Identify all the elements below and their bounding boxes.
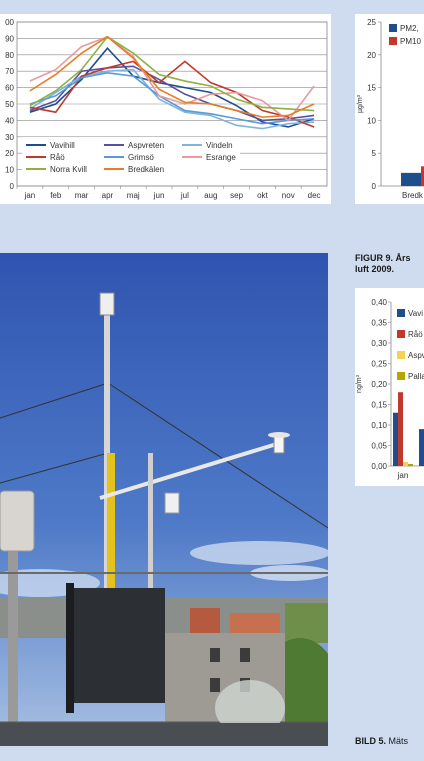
monthly-line-chart: 00 90 80 70 60 50 40 30 20 10 0 jan feb mar apr maj jun j… <box>5 18 328 200</box>
y-tick-label: 20 <box>5 149 14 158</box>
x-tick-label: Bredk <box>402 191 424 200</box>
ng-bar-chart: 0,40 0,35 0,30 0,25 0,20 0,15 0,10 0,05 0,00 ng/m… <box>356 298 424 480</box>
y-tick-label: 60 <box>5 84 14 93</box>
legend: Vavihill Aspvreten Vindeln Råö Grimsö Esrange… <box>22 137 240 183</box>
bild-5-text: Mäts <box>388 736 409 746</box>
pm-bar-chart: 25 20 15 10 5 0 µg/m³ Bredk PM2, PM10 <box>357 18 424 200</box>
legend-label: PM10 <box>400 37 421 46</box>
y-tick-label: 15 <box>367 84 376 93</box>
x-tick-label: apr <box>102 191 114 200</box>
y-tick-label: 0,35 <box>371 319 387 328</box>
legend-label: Vavi <box>408 309 423 318</box>
bar-1-0 <box>419 429 424 466</box>
legend-label: Aspv <box>408 351 424 360</box>
legend-label: Bredkälen <box>128 165 164 174</box>
y-tick-label: 0 <box>372 182 377 191</box>
legend-label: Aspvreten <box>128 141 164 150</box>
legend: Vavi Råö Aspv Palla <box>395 306 424 392</box>
x-tick-label: jun <box>153 191 165 200</box>
legend-swatch <box>397 372 405 380</box>
y-tick-label: 20 <box>367 51 376 60</box>
x-tick-label: mar <box>75 191 89 200</box>
bar-chart-panel-ng: 0,40 0,35 0,30 0,25 0,20 0,15 0,10 0,05 0,00 ng/m… <box>355 288 424 486</box>
y-axis-label: ng/m³ <box>356 374 363 393</box>
x-tick-label: okt <box>257 191 268 200</box>
legend-label: Palla <box>408 372 424 381</box>
y-tick-label: 0 <box>10 182 15 191</box>
y-tick-label: 0,30 <box>371 339 387 348</box>
bild-5-label: BILD 5. <box>355 736 387 746</box>
legend-label: Vindeln <box>206 141 233 150</box>
legend-label: Råö <box>50 153 65 162</box>
bar-0-2 <box>403 461 408 466</box>
station-illustration <box>0 253 328 746</box>
y-tick-label: 10 <box>367 116 376 125</box>
bar-0 <box>401 172 421 186</box>
line-chart-panel: 00 90 80 70 60 50 40 30 20 10 0 jan feb mar apr maj jun j… <box>0 14 331 204</box>
y-tick-label: 0,15 <box>371 401 387 410</box>
y-tick-label: 40 <box>5 116 14 125</box>
y-tick-label: 0,40 <box>371 298 387 307</box>
legend-label: Grimsö <box>128 153 154 162</box>
y-tick-label: 30 <box>5 133 14 142</box>
rooftop-weather-station-photo <box>0 253 328 746</box>
legend-label: Esrange <box>206 153 236 162</box>
figure-9-caption-line1: FIGUR 9. Års <box>355 253 411 263</box>
y-tick-label: 10 <box>5 166 14 175</box>
x-tick-label: dec <box>308 191 321 200</box>
legend-swatch <box>397 330 405 338</box>
y-tick-label: 0,00 <box>371 462 387 471</box>
x-tick-label: maj <box>127 191 140 200</box>
x-tick-label: jul <box>180 191 189 200</box>
y-tick-label: 50 <box>5 100 14 109</box>
legend-swatch <box>389 37 397 45</box>
legend-swatch <box>397 351 405 359</box>
bar-0-1 <box>398 392 403 466</box>
x-tick-label: sep <box>230 191 243 200</box>
y-tick-label: 25 <box>367 18 376 27</box>
y-tick-label: 00 <box>5 18 14 27</box>
bar-0-3 <box>408 463 413 466</box>
bild-5-caption: BILD 5. Mäts <box>355 736 424 747</box>
y-tick-label: 0,05 <box>371 442 387 451</box>
legend-swatch <box>397 309 405 317</box>
x-tick-label: feb <box>50 191 62 200</box>
y-tick-label: 0,10 <box>371 421 387 430</box>
x-tick-label: nov <box>282 191 295 200</box>
bar-chart-panel-pm: 25 20 15 10 5 0 µg/m³ Bredk PM2, PM10 <box>355 14 424 204</box>
y-tick-label: 90 <box>5 34 14 43</box>
legend-label: Vavihill <box>50 141 75 150</box>
figure-9-caption-line2: luft 2009. <box>355 264 395 274</box>
legend-label: PM2, <box>400 24 419 33</box>
x-tick-label: aug <box>204 191 217 200</box>
y-tick-label: 0,25 <box>371 360 387 369</box>
legend-swatch <box>389 24 397 32</box>
bar-0-0 <box>393 412 398 466</box>
figure-9-caption: FIGUR 9. Års luft 2009. <box>355 253 424 275</box>
y-tick-label: 70 <box>5 67 14 76</box>
y-tick-label: 5 <box>372 149 377 158</box>
x-tick-label: jan <box>397 471 409 480</box>
x-tick-label: jan <box>24 191 36 200</box>
y-axis-label: µg/m³ <box>357 94 364 113</box>
y-tick-label: 80 <box>5 51 14 60</box>
legend-label: Råö <box>408 330 423 339</box>
y-tick-label: 0,20 <box>371 380 387 389</box>
legend-label: Norra Kvill <box>50 165 87 174</box>
